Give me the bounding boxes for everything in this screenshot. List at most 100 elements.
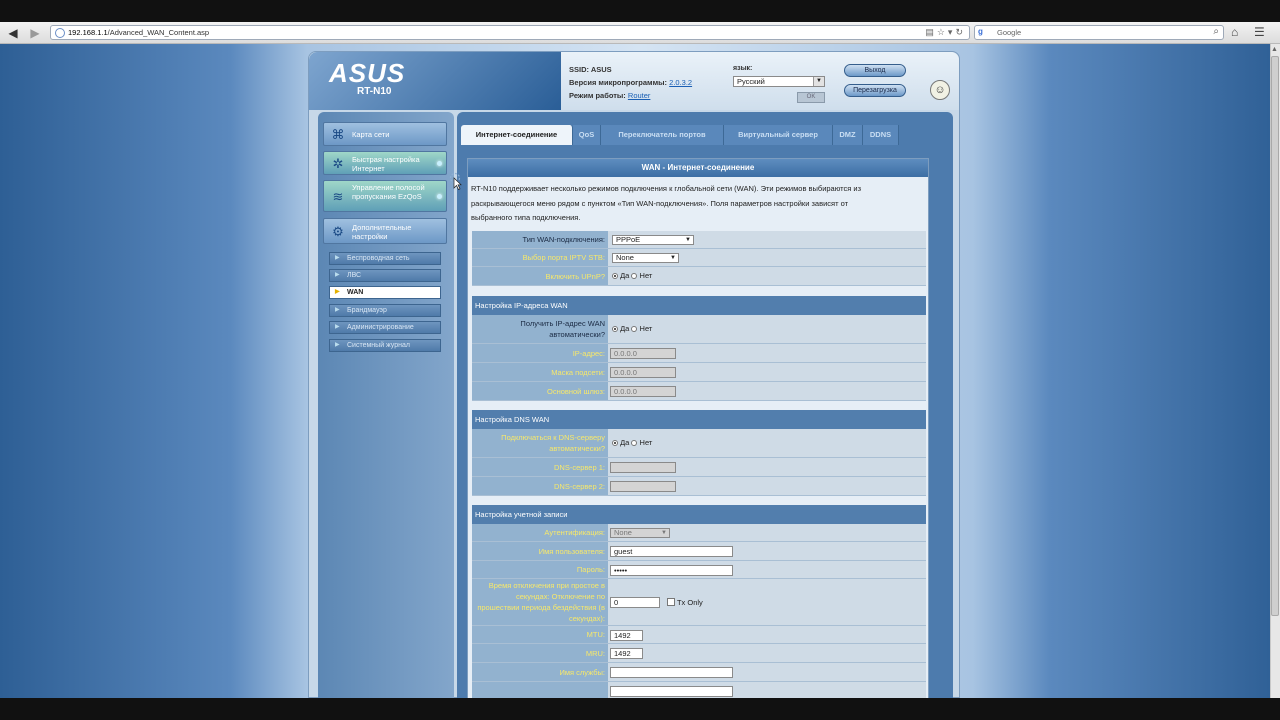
username-label: Имя пользователя:: [472, 542, 608, 560]
checkbox-box[interactable]: [667, 598, 675, 606]
auto-dns-yes-radio[interactable]: [612, 440, 618, 446]
username-input[interactable]: guest: [610, 546, 733, 557]
status-dot: [437, 161, 442, 166]
tab-port-switch[interactable]: Переключатель портов: [601, 125, 724, 145]
sidebar-item-label: Карта сети: [352, 130, 390, 139]
password-row: Пароль: •••••: [472, 561, 926, 579]
mtu-input[interactable]: 1492: [610, 630, 643, 641]
iptv-select[interactable]: None ▼: [612, 253, 679, 263]
chevron-down-icon: ▼: [685, 237, 691, 243]
sidebar-item-wireless[interactable]: ▶ Беспроводная сеть: [329, 252, 441, 265]
sidebar-item-label: Беспроводная сеть: [347, 255, 410, 262]
arrow-right-icon: ▶: [335, 289, 340, 295]
iptv-label: Выбор порта IPTV STB:: [472, 249, 608, 266]
auth-select[interactable]: None ▼: [610, 528, 670, 538]
auto-ip-yes-radio[interactable]: [612, 326, 618, 332]
radio-label: Нет: [639, 438, 653, 447]
logout-button[interactable]: Выход: [844, 64, 906, 77]
ip-label: IP-адрес:: [472, 344, 608, 362]
field-cell: •••••: [608, 561, 926, 578]
dns1-input[interactable]: [610, 462, 676, 473]
menu-icon[interactable]: ☰: [1254, 25, 1265, 39]
sidebar-item-lan[interactable]: ▶ ЛВС: [329, 269, 441, 282]
upnp-no-radio[interactable]: [631, 273, 638, 279]
wan-type-row: Тип WAN-подключения: PPPoE ▼: [472, 231, 926, 249]
bookmark-star-icon[interactable]: ▤☆▾↻: [925, 27, 966, 38]
field-cell: 1492: [608, 644, 926, 662]
mascot-icon: ☺: [930, 80, 950, 100]
tab-dmz[interactable]: DMZ: [833, 125, 863, 145]
language-select[interactable]: Русский ▼: [733, 76, 825, 87]
upnp-row: Включить UPnP? Да Нет: [472, 267, 926, 286]
bottom-black-bar: [0, 698, 1280, 720]
field-cell: guest: [608, 542, 926, 560]
ip-input[interactable]: 0.0.0.0: [610, 348, 676, 359]
field-cell: [608, 663, 926, 681]
tab-internet-connection[interactable]: Интернет-соединение: [461, 125, 573, 145]
radio-label: Да: [620, 438, 630, 447]
sidebar-item-syslog[interactable]: ▶ Системный журнал: [329, 339, 441, 352]
upnp-radio-group: Да Нет: [612, 271, 652, 281]
sidebar-item-ezqos[interactable]: ≋ Управление полосой пропускания EzQoS: [323, 180, 447, 212]
auto-ip-no-radio[interactable]: [631, 326, 638, 332]
mode-link[interactable]: Router: [628, 91, 651, 100]
description-line: раскрывающегося меню рядом с пунктом «Ти…: [471, 198, 849, 208]
arrow-right-icon: ▶: [335, 272, 340, 278]
reboot-button[interactable]: Перезагрузка: [844, 84, 906, 97]
upnp-label: Включить UPnP?: [472, 267, 608, 285]
mru-input[interactable]: 1492: [610, 648, 643, 659]
tx-only-checkbox[interactable]: Tx Only: [667, 598, 703, 608]
sidebar-item-advanced[interactable]: ⚙ Дополнительные настройки: [323, 218, 447, 244]
auto-dns-row: Подключаться к DNS-серверу автоматически…: [472, 429, 926, 458]
auto-dns-no-radio[interactable]: [631, 440, 638, 446]
sidebar-item-firewall[interactable]: ▶ Брандмауэр: [329, 304, 441, 317]
dns2-input[interactable]: [610, 481, 676, 492]
upnp-yes-radio[interactable]: [612, 273, 618, 279]
scrollbar-thumb[interactable]: [1271, 56, 1279, 616]
field-cell: 0.0.0.0: [608, 344, 926, 362]
mask-input[interactable]: 0.0.0.0: [610, 367, 676, 378]
header: ASUS RT-N10 SSID: ASUS Версия микропрогр…: [309, 52, 959, 110]
address-bar[interactable]: 192.168.1.1/Advanced_WAN_Content.asp ▤☆▾…: [50, 25, 970, 40]
sidebar-item-label: Брандмауэр: [347, 307, 387, 314]
search-icon[interactable]: ⌕: [1213, 26, 1219, 37]
sidebar-item-network-map[interactable]: ⌘ Карта сети: [323, 122, 447, 146]
back-icon[interactable]: ◀: [6, 26, 20, 40]
auto-dns-label: Подключаться к DNS-серверу автоматически…: [472, 429, 608, 457]
forward-icon[interactable]: ▶: [28, 26, 42, 40]
browser-toolbar: ◀ ▶ 192.168.1.1/Advanced_WAN_Content.asp…: [0, 22, 1280, 44]
language-apply-button[interactable]: OK: [797, 92, 825, 103]
idle-timeout-label: Время отключения при простое в секундах:…: [472, 579, 608, 625]
sidebar-item-wan[interactable]: ▶ WAN: [329, 286, 441, 299]
sidebar-item-quick-setup[interactable]: ✲ Быстрая настройка Интернет: [323, 151, 447, 175]
chevron-down-icon: ▼: [670, 255, 676, 261]
idle-timeout-input[interactable]: 0: [610, 597, 660, 608]
status-dot: [437, 194, 442, 199]
description-line: RT-N10 поддерживает несколько режимов по…: [471, 184, 862, 193]
search-bar[interactable]: g Google ⌕: [974, 25, 1224, 40]
firmware-link[interactable]: 2.0.3.2: [669, 78, 692, 87]
chevron-down-icon: ▼: [813, 77, 824, 86]
password-input[interactable]: •••••: [610, 565, 733, 576]
sidebar-item-administration[interactable]: ▶ Администрирование: [329, 321, 441, 334]
service-name-input[interactable]: [610, 667, 733, 678]
sidebar-item-label: Дополнительные настройки: [352, 223, 412, 241]
next-row-input[interactable]: [610, 686, 733, 697]
password-label: Пароль:: [472, 561, 608, 578]
wan-type-select[interactable]: PPPoE ▼: [612, 235, 694, 245]
field-cell: Да Нет: [608, 315, 926, 343]
scroll-up-icon[interactable]: ▲: [1271, 46, 1278, 53]
gateway-input[interactable]: 0.0.0.0: [610, 386, 676, 397]
ssid-value: ASUS: [590, 65, 612, 74]
tab-ddns[interactable]: DDNS: [863, 125, 899, 145]
gateway-row: Основной шлюз: 0.0.0.0: [472, 382, 926, 401]
language-label: язык:: [733, 65, 753, 72]
home-icon[interactable]: ⌂: [1231, 25, 1238, 39]
dns1-label: DNS-сервер 1:: [472, 458, 608, 476]
sidebar-item-label: Управление полосой пропускания EzQoS: [352, 183, 425, 201]
loading-cursor-icon: [449, 172, 462, 190]
field-cell: PPPoE ▼: [608, 231, 926, 248]
tab-virtual-server[interactable]: Виртуальный сервер: [724, 125, 833, 145]
wan-type-value: PPPoE: [616, 235, 641, 244]
tab-qos[interactable]: QoS: [573, 125, 601, 145]
